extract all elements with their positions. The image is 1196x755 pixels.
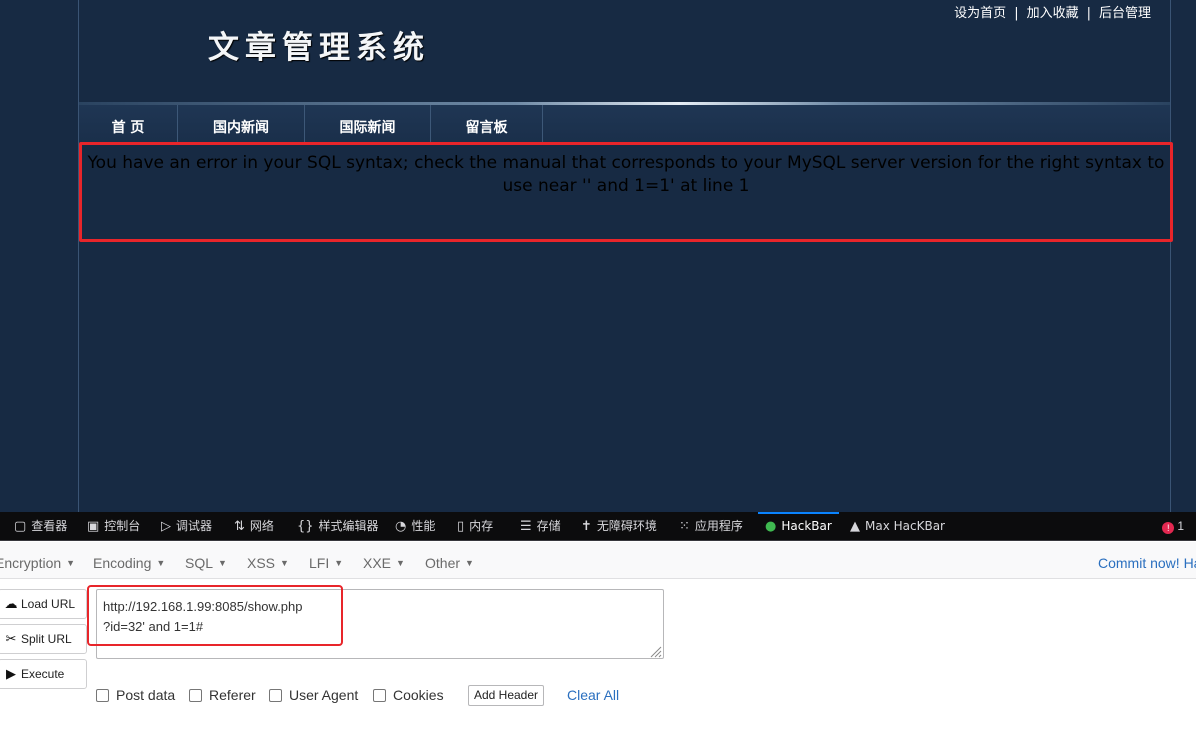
caret-down-icon: ▼ <box>218 558 227 568</box>
main-nav: 首 页 国内新闻 国际新闻 留言板 <box>79 105 1170 143</box>
cloud-download-icon: ☁ <box>4 596 18 611</box>
sql-error-message: You have an error in your SQL syntax; ch… <box>87 153 1165 196</box>
checkbox[interactable] <box>96 689 109 702</box>
caret-down-icon: ▼ <box>66 558 76 568</box>
split-url-button[interactable]: ✂ Split URL <box>0 624 87 654</box>
caret-down-icon: ▼ <box>156 558 166 568</box>
url-line-1: http://192.168.1.99:8085/show.php <box>103 599 303 614</box>
nav-item-guestbook[interactable]: 留言板 <box>431 105 543 143</box>
referer-checkbox[interactable]: Referer <box>189 686 256 704</box>
performance-icon: ◔ <box>395 519 407 534</box>
separator: | <box>1086 6 1091 21</box>
web-page <box>0 0 1196 512</box>
menu-xss[interactable]: XSS ▼ <box>247 542 289 579</box>
console-icon: ▣ <box>87 519 100 534</box>
caret-down-icon: ▼ <box>334 558 344 568</box>
admin-link[interactable]: 后台管理 <box>1099 6 1151 21</box>
add-favorite-link[interactable]: 加入收藏 <box>1027 6 1079 21</box>
tab-style-editor[interactable]: {} 样式编辑器 <box>297 512 379 541</box>
checkbox[interactable] <box>189 689 202 702</box>
caret-down-icon: ▼ <box>465 558 474 568</box>
url-line-2: ?id=32' and 1=1# <box>103 619 204 634</box>
tab-accessibility[interactable]: ✝ 无障碍环境 <box>581 512 657 541</box>
tab-network[interactable]: ⇅ 网络 <box>234 512 274 541</box>
nav-item-international-news[interactable]: 国际新闻 <box>305 105 431 143</box>
cookies-checkbox[interactable]: Cookies <box>373 686 444 704</box>
error-icon: ! <box>1162 522 1175 534</box>
console-error-count[interactable]: ! 1 <box>1162 512 1184 541</box>
style-editor-icon: {} <box>297 519 314 534</box>
tab-performance[interactable]: ◔ 性能 <box>395 512 435 541</box>
menu-sql[interactable]: SQL ▼ <box>185 542 227 579</box>
hackbar-icon: ● <box>765 519 777 534</box>
page-frame <box>78 0 1171 512</box>
nav-item-domestic-news[interactable]: 国内新闻 <box>178 105 305 143</box>
tab-storage[interactable]: ☰ 存储 <box>520 512 561 541</box>
scissors-icon: ✂ <box>5 631 17 646</box>
hackbar-menu: Encryption ▼ Encoding ▼ SQL ▼ XSS ▼ LFI ▼ XXE… <box>0 542 1196 579</box>
tab-application[interactable]: ⁙ 应用程序 <box>679 512 743 541</box>
resize-grip-icon[interactable] <box>648 644 662 658</box>
clear-all-link[interactable]: Clear All <box>567 686 619 704</box>
accessibility-icon: ✝ <box>581 519 592 534</box>
debugger-icon: ▷ <box>161 519 171 534</box>
separator: | <box>1014 6 1019 21</box>
tab-inspector[interactable]: ▢ 查看器 <box>14 512 67 541</box>
nav-item-home[interactable]: 首 页 <box>79 105 178 143</box>
menu-encoding[interactable]: Encoding ▼ <box>93 542 165 579</box>
checkbox[interactable] <box>269 689 282 702</box>
application-icon: ⁙ <box>679 519 690 534</box>
menu-other[interactable]: Other ▼ <box>425 542 474 579</box>
play-icon: ▶ <box>6 666 16 681</box>
set-homepage-link[interactable]: 设为首页 <box>954 6 1006 21</box>
tab-max-hackbar[interactable]: ▲ Max HacKBar <box>850 512 945 541</box>
caret-down-icon: ▼ <box>280 558 289 568</box>
max-hackbar-icon: ▲ <box>850 519 860 534</box>
load-url-button[interactable]: ☁ Load URL <box>0 589 87 619</box>
menu-xxe[interactable]: XXE ▼ <box>363 542 405 579</box>
add-header-button[interactable]: Add Header <box>468 685 544 706</box>
tab-debugger[interactable]: ▷ 调试器 <box>161 512 212 541</box>
menu-encryption[interactable]: Encryption ▼ <box>0 542 75 579</box>
user-agent-checkbox[interactable]: User Agent <box>269 686 358 704</box>
top-links: 设为首页 | 加入收藏 | 后台管理 <box>954 2 1151 21</box>
menu-lfi[interactable]: LFI ▼ <box>309 542 343 579</box>
checkbox[interactable] <box>373 689 386 702</box>
tab-console[interactable]: ▣ 控制台 <box>87 512 140 541</box>
devtools-toolbar: ▢ 查看器 ▣ 控制台 ▷ 调试器 ⇅ 网络 {} 样式编辑器 ◔ 性能 ▯ 内存 ☰ 存储 ✝… <box>0 512 1196 541</box>
network-icon: ⇅ <box>234 519 245 534</box>
execute-button[interactable]: ▶ Execute <box>0 659 87 689</box>
site-logo-title: 文章管理系统 <box>208 30 430 66</box>
tab-hackbar[interactable]: ● HackBar <box>758 512 839 541</box>
tab-memory[interactable]: ▯ 内存 <box>457 512 493 541</box>
memory-icon: ▯ <box>457 519 465 534</box>
inspector-icon: ▢ <box>14 519 27 534</box>
post-data-checkbox[interactable]: Post data <box>96 686 175 704</box>
url-textarea[interactable]: http://192.168.1.99:8085/show.php ?id=32… <box>96 589 664 659</box>
caret-down-icon: ▼ <box>396 558 405 568</box>
storage-icon: ☰ <box>520 519 532 534</box>
commit-now-link[interactable]: Commit now! Ha <box>1098 542 1196 579</box>
